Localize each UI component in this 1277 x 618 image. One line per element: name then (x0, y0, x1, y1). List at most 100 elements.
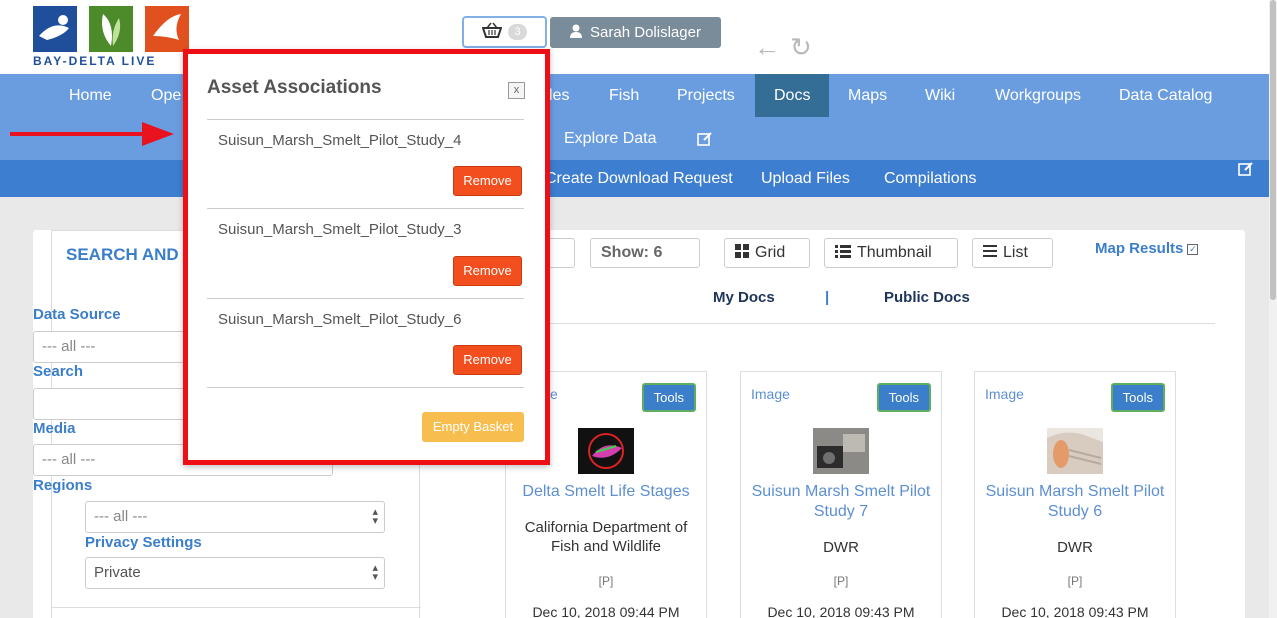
logo-wordmark: BAY-DELTA LIVE (33, 54, 157, 68)
nav-data-catalog[interactable]: Data Catalog (1100, 74, 1231, 117)
card-organization: California Department of Fish and Wildli… (524, 519, 688, 555)
asset-associations-popover: Asset Associations x Suisun_Marsh_Smelt_… (183, 49, 550, 465)
site-logo[interactable]: BAY-DELTA LIVE (33, 6, 193, 70)
card-type: Image (751, 386, 790, 402)
nav-docs[interactable]: Docs (755, 74, 830, 117)
card-tools-button[interactable]: Tools (641, 383, 696, 412)
card-privacy: [P] (1067, 574, 1083, 588)
remove-button[interactable]: Remove (453, 345, 522, 375)
card-title[interactable]: Suisun Marsh Smelt Pilot Study 7 (741, 482, 941, 522)
list-view-label: List (1003, 244, 1028, 261)
select-arrows-icon: ▴ ▾ (372, 506, 378, 527)
privacy-select[interactable]: Private ▴ ▾ (85, 557, 385, 589)
logo-bird-tile (145, 6, 189, 52)
regions-label: Regions (33, 477, 93, 494)
logo-whale-tile (33, 6, 77, 52)
nav-wiki[interactable]: Wiki (906, 74, 974, 117)
create-download-request-link[interactable]: Create Download Request (545, 160, 733, 197)
card-organization: DWR (1057, 539, 1093, 556)
upload-files-link[interactable]: Upload Files (761, 160, 850, 197)
card-type: Image (985, 386, 1024, 402)
panel-divider (52, 607, 421, 608)
basket-count-badge: 3 (508, 24, 527, 40)
back-arrow-icon[interactable]: ← (754, 34, 780, 60)
grid-view-label: Grid (755, 244, 786, 261)
refresh-icon[interactable]: ↻ (790, 34, 812, 60)
basket-item-name: Suisun_Marsh_Smelt_Pilot_Study_4 (218, 132, 462, 149)
basket-button[interactable]: 3 (462, 16, 547, 48)
popover-title: Asset Associations (207, 77, 382, 98)
remove-button[interactable]: Remove (453, 256, 522, 286)
annotation-arrow-head (142, 122, 174, 146)
card-tools-button[interactable]: Tools (1110, 383, 1165, 412)
map-results-label: Map Results (1095, 240, 1184, 257)
basket-icon (482, 22, 503, 43)
card-title[interactable]: Delta Smelt Life Stages (506, 482, 706, 502)
media-value: --- all --- (42, 451, 96, 468)
user-icon (570, 24, 583, 42)
card-type: e (550, 386, 558, 402)
thumbnail-view-label: Thumbnail (857, 244, 932, 261)
list-icon (983, 244, 997, 262)
nav-projects[interactable]: Projects (658, 74, 754, 117)
privacy-label: Privacy Settings (85, 534, 202, 551)
tab-my-docs[interactable]: My Docs (713, 289, 775, 306)
media-label: Media (33, 420, 76, 437)
list-view-button[interactable]: List (972, 238, 1053, 268)
card-date: Dec 10, 2018 09:43 PM (1001, 604, 1149, 618)
thumbnail-view-button[interactable]: Thumbnail (824, 238, 958, 268)
edit-icon[interactable] (1238, 154, 1254, 191)
popover-divider (207, 119, 524, 120)
card-organization: DWR (823, 539, 859, 556)
map-results-toggle[interactable]: Map Results ✓ (1095, 240, 1199, 257)
select-arrows-icon: ▴ ▾ (372, 562, 378, 583)
basket-item-name: Suisun_Marsh_Smelt_Pilot_Study_3 (218, 221, 462, 238)
card-thumbnail[interactable] (1047, 428, 1103, 474)
card-privacy: [P] (833, 574, 849, 588)
close-icon[interactable]: x (508, 82, 525, 99)
thumbnail-list-icon (835, 244, 851, 263)
tabs-divider (455, 323, 1215, 324)
search-label: Search (33, 363, 84, 380)
popover-divider (207, 298, 524, 299)
nav-edit-icon[interactable] (697, 117, 713, 160)
tab-public-docs[interactable]: Public Docs (884, 289, 970, 306)
empty-basket-button[interactable]: Empty Basket (422, 412, 524, 442)
search-panel-title: SEARCH AND F (66, 245, 194, 264)
regions-select[interactable]: --- all --- ▴ ▾ (85, 501, 385, 533)
regions-value: --- all --- (94, 508, 148, 525)
scrollbar-thumb[interactable] (1270, 0, 1276, 300)
card-date: Dec 10, 2018 09:44 PM (532, 604, 680, 618)
card-tools-button[interactable]: Tools (876, 383, 931, 412)
user-menu-button[interactable]: Sarah Dolislager (550, 17, 721, 48)
tab-separator: | (825, 289, 830, 306)
annotation-arrow-shaft (10, 132, 150, 136)
remove-button[interactable]: Remove (453, 166, 522, 196)
nav-workgroups[interactable]: Workgroups (976, 74, 1100, 117)
card-title[interactable]: Suisun Marsh Smelt Pilot Study 6 (975, 482, 1175, 522)
show-count-value: Show: 6 (601, 244, 663, 261)
card-privacy: [P] (598, 574, 614, 588)
data-source-label: Data Source (33, 306, 121, 323)
grid-icon (735, 243, 749, 263)
nav-maps[interactable]: Maps (829, 74, 906, 117)
doc-card[interactable]: Image Tools Suisun Marsh Smelt Pilot Stu… (740, 371, 942, 618)
popover-divider (207, 387, 524, 388)
page-scrollbar[interactable] (1269, 0, 1277, 618)
card-thumbnail[interactable] (813, 428, 869, 474)
privacy-value: Private (94, 564, 141, 581)
basket-item-name: Suisun_Marsh_Smelt_Pilot_Study_6 (218, 311, 462, 328)
nav-fish[interactable]: Fish (590, 74, 658, 117)
user-name: Sarah Dolislager (590, 24, 701, 41)
doc-card[interactable]: Image Tools Suisun Marsh Smelt Pilot Stu… (974, 371, 1176, 618)
nav-home[interactable]: Home (50, 74, 131, 117)
grid-view-button[interactable]: Grid (724, 238, 810, 268)
data-source-value: --- all --- (42, 338, 96, 355)
show-count-select[interactable]: Show: 6 (590, 238, 700, 268)
popover-divider (207, 208, 524, 209)
card-date: Dec 10, 2018 09:43 PM (767, 604, 915, 618)
nav-explore-data[interactable]: Explore Data (564, 117, 657, 160)
compilations-link[interactable]: Compilations (884, 160, 976, 197)
map-results-checkbox[interactable]: ✓ (1187, 243, 1199, 255)
card-thumbnail[interactable] (578, 428, 634, 474)
